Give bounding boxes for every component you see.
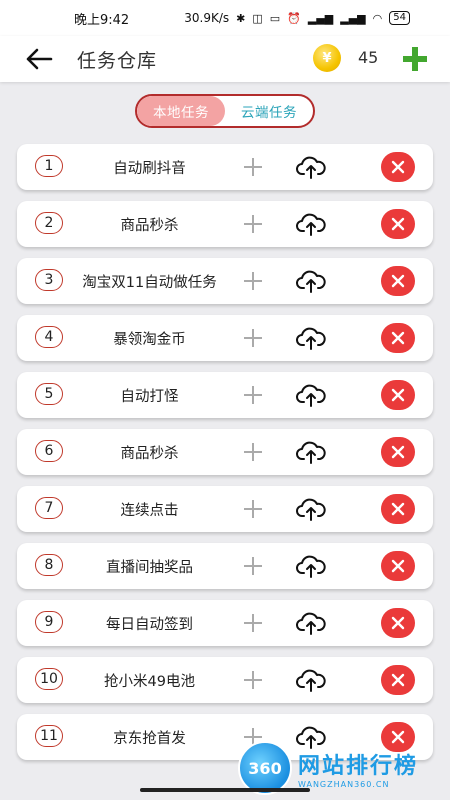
task-index-badge: 5 bbox=[35, 383, 63, 405]
plus-icon[interactable] bbox=[243, 556, 263, 576]
plus-icon[interactable] bbox=[243, 442, 263, 462]
task-index-badge: 11 bbox=[35, 725, 63, 747]
task-name: 自动刷抖音 bbox=[113, 161, 186, 177]
task-name: 抢小米49电池 bbox=[104, 674, 195, 690]
delete-button[interactable] bbox=[381, 494, 415, 524]
status-time: 晚上9:42 bbox=[74, 12, 130, 28]
alarm-icon: ⏰ bbox=[287, 11, 301, 25]
task-row[interactable]: 4 暴领淘金币 bbox=[17, 315, 433, 361]
close-icon bbox=[391, 331, 405, 345]
task-row[interactable]: 7 连续点击 bbox=[17, 486, 433, 532]
page-title: 任务仓库 bbox=[77, 50, 158, 72]
tab-local-tasks[interactable]: 本地任务 bbox=[137, 96, 225, 126]
bluetooth-icon: ✱ bbox=[236, 11, 246, 25]
close-icon bbox=[391, 388, 405, 402]
watermark-logo: 360 bbox=[238, 741, 292, 795]
task-name: 连续点击 bbox=[120, 503, 179, 519]
signal-2-icon: ▂▄▆ bbox=[340, 11, 366, 25]
task-row[interactable]: 2 商品秒杀 bbox=[17, 201, 433, 247]
close-icon bbox=[391, 502, 405, 516]
task-index-badge: 2 bbox=[35, 212, 63, 234]
task-row[interactable]: 3 淘宝双11自动做任务 bbox=[17, 258, 433, 304]
close-icon bbox=[391, 217, 405, 231]
close-icon bbox=[391, 274, 405, 288]
task-name: 商品秒杀 bbox=[120, 446, 179, 462]
task-row[interactable]: 6 商品秒杀 bbox=[17, 429, 433, 475]
close-icon bbox=[391, 616, 405, 630]
task-index-badge: 1 bbox=[35, 155, 63, 177]
task-name: 淘宝双11自动做任务 bbox=[82, 275, 217, 291]
plus-icon[interactable] bbox=[243, 157, 263, 177]
cloud-upload-icon[interactable] bbox=[296, 154, 326, 180]
task-row[interactable]: 9 每日自动签到 bbox=[17, 600, 433, 646]
task-name: 直播间抽奖品 bbox=[106, 560, 193, 576]
close-icon bbox=[391, 445, 405, 459]
wifi-icon: ◠ bbox=[372, 11, 383, 25]
task-row[interactable]: 1 自动刷抖音 bbox=[17, 144, 433, 190]
add-coin-button[interactable] bbox=[402, 46, 428, 72]
cloud-upload-icon[interactable] bbox=[296, 553, 326, 579]
close-icon bbox=[391, 559, 405, 573]
coin-icon: ¥ bbox=[313, 44, 341, 72]
delete-button[interactable] bbox=[381, 380, 415, 410]
delete-button[interactable] bbox=[381, 152, 415, 182]
plus-icon[interactable] bbox=[243, 271, 263, 291]
delete-button[interactable] bbox=[381, 266, 415, 296]
network-speed: 30.9K/s bbox=[184, 11, 230, 25]
cloud-upload-icon[interactable] bbox=[296, 382, 326, 408]
task-index-badge: 6 bbox=[35, 440, 63, 462]
cloud-upload-icon[interactable] bbox=[296, 268, 326, 294]
vibrate-icon: ▭ bbox=[269, 11, 281, 25]
status-bar: 晚上9:42 30.9K/s ✱ ◫ ▭ ⏰ ▂▄▆ ▂▄▆ ◠ 54 bbox=[0, 0, 450, 36]
cloud-upload-icon[interactable] bbox=[296, 439, 326, 465]
task-index-badge: 3 bbox=[35, 269, 63, 291]
task-index-badge: 8 bbox=[35, 554, 63, 576]
plus-icon[interactable] bbox=[243, 214, 263, 234]
task-name: 京东抢首发 bbox=[113, 731, 186, 747]
delete-button[interactable] bbox=[381, 551, 415, 581]
task-row[interactable]: 10 抢小米49电池 bbox=[17, 657, 433, 703]
close-icon bbox=[391, 673, 405, 687]
delete-button[interactable] bbox=[381, 608, 415, 638]
task-name: 暴领淘金币 bbox=[113, 332, 186, 348]
cloud-upload-icon[interactable] bbox=[296, 610, 326, 636]
task-index-badge: 4 bbox=[35, 326, 63, 348]
watermark-url: WANGZHAN360.CN bbox=[298, 779, 390, 789]
cloud-upload-icon[interactable] bbox=[296, 325, 326, 351]
delete-button[interactable] bbox=[381, 323, 415, 353]
plus-icon[interactable] bbox=[243, 385, 263, 405]
plus-icon[interactable] bbox=[243, 613, 263, 633]
signal-icon: ▂▄▆ bbox=[307, 11, 334, 25]
task-index-badge: 10 bbox=[35, 668, 63, 690]
task-source-tabs: 本地任务 云端任务 bbox=[135, 94, 315, 128]
close-icon bbox=[391, 160, 405, 174]
coin-count: 45 bbox=[358, 48, 379, 67]
arrow-left-icon bbox=[26, 48, 53, 70]
delete-button[interactable] bbox=[381, 437, 415, 467]
delete-button[interactable] bbox=[381, 665, 415, 695]
task-index-badge: 7 bbox=[35, 497, 63, 519]
app-bar: 任务仓库 ¥ 45 bbox=[0, 36, 450, 82]
task-name: 每日自动签到 bbox=[106, 617, 193, 633]
task-list: 1 自动刷抖音 2 商品秒杀 3 淘宝双11自动做任务 4 暴领淘金币 5 自动打怪 6 商品秒杀 7 连… bbox=[17, 144, 433, 771]
status-icons: 30.9K/s ✱ ◫ ▭ ⏰ ▂▄▆ ▂▄▆ ◠ 54 bbox=[184, 11, 410, 25]
watermark-name: 网站排行榜 bbox=[298, 753, 419, 779]
task-name: 自动打怪 bbox=[120, 389, 179, 405]
cloud-upload-icon[interactable] bbox=[296, 496, 326, 522]
plus-icon[interactable] bbox=[243, 499, 263, 519]
tab-cloud-tasks[interactable]: 云端任务 bbox=[225, 96, 313, 126]
task-row[interactable]: 8 直播间抽奖品 bbox=[17, 543, 433, 589]
cloud-upload-icon[interactable] bbox=[296, 211, 326, 237]
back-button[interactable] bbox=[22, 44, 56, 74]
home-indicator[interactable] bbox=[140, 788, 310, 792]
task-index-badge: 9 bbox=[35, 611, 63, 633]
plus-icon[interactable] bbox=[243, 328, 263, 348]
nfc-icon: ◫ bbox=[252, 11, 263, 25]
delete-button[interactable] bbox=[381, 209, 415, 239]
battery-icon: 54 bbox=[389, 11, 410, 25]
task-name: 商品秒杀 bbox=[120, 218, 179, 234]
cloud-upload-icon[interactable] bbox=[296, 667, 326, 693]
plus-icon[interactable] bbox=[243, 670, 263, 690]
task-row[interactable]: 5 自动打怪 bbox=[17, 372, 433, 418]
